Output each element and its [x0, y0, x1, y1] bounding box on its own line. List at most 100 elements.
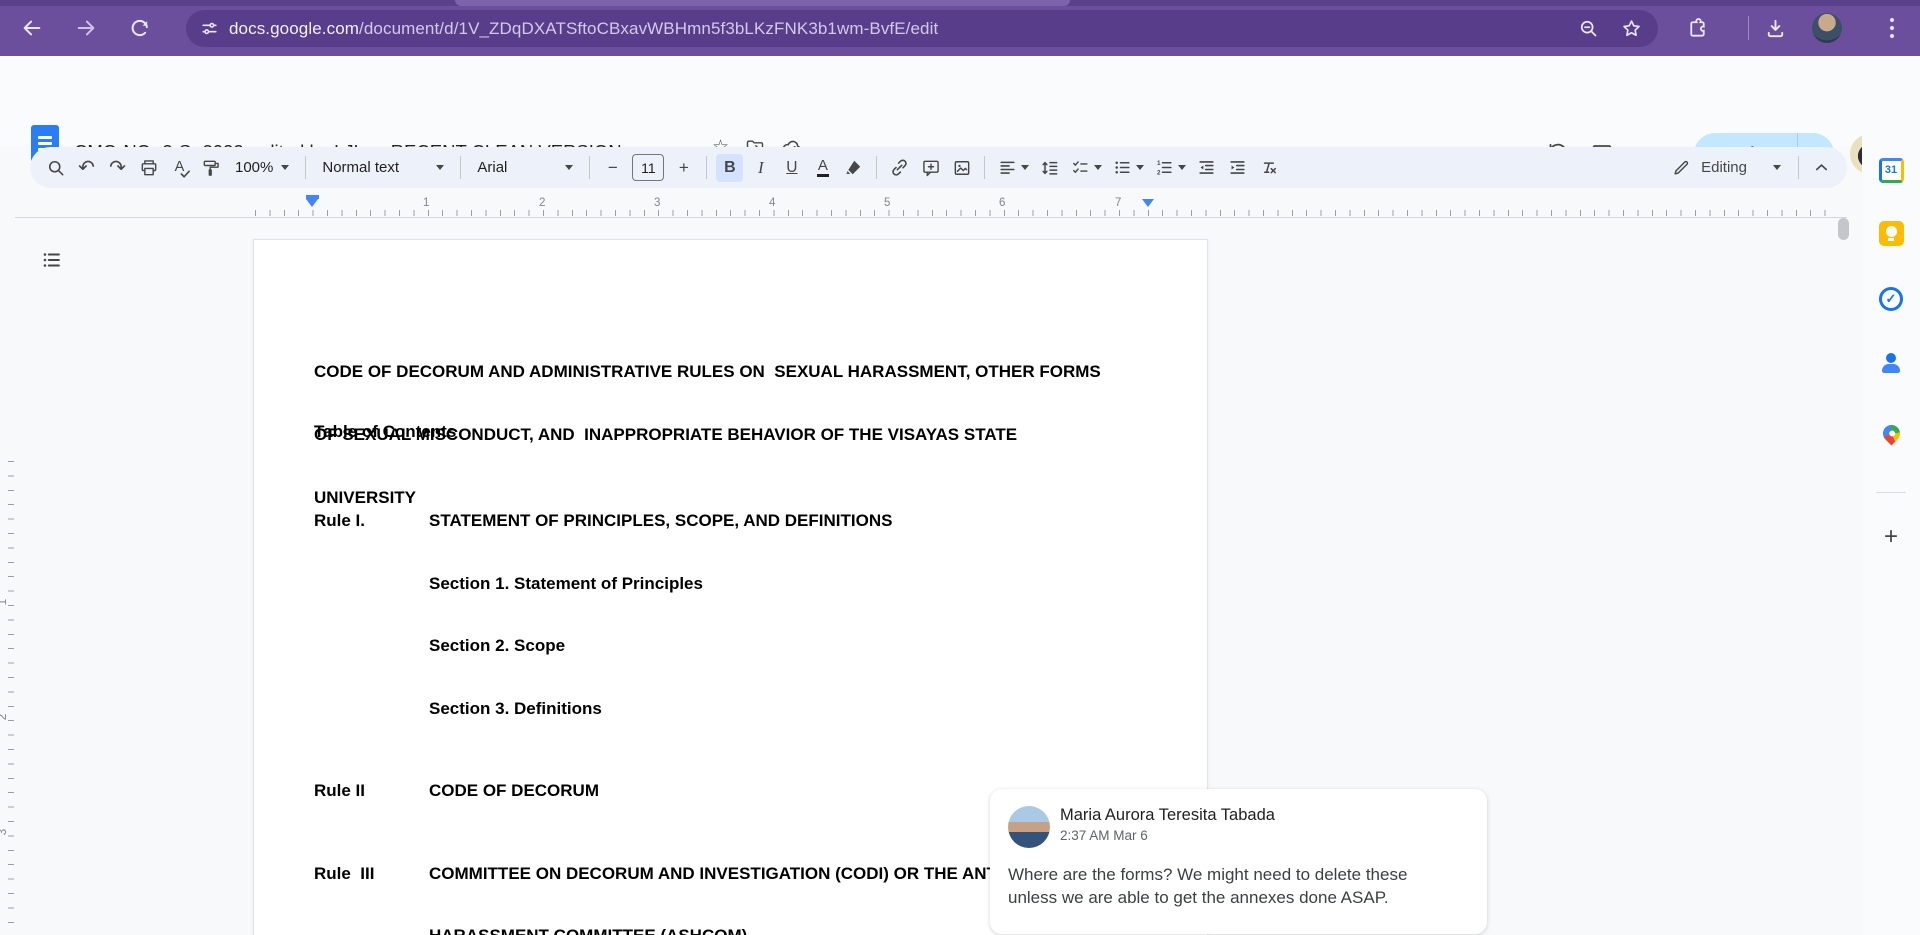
horizontal-ruler[interactable]: 1 2 3 4 5 6 7 [15, 195, 1847, 218]
toolbar-divider [460, 156, 461, 179]
indent-icon [1228, 158, 1247, 177]
print-button[interactable] [135, 154, 162, 182]
svg-text:1: 1 [1157, 160, 1161, 167]
ruler-number: 1 [423, 197, 429, 209]
back-arrow-icon [21, 17, 43, 39]
ruler-number: 2 [0, 714, 9, 720]
url-domain: docs.google.com [229, 19, 359, 38]
right-indent-marker[interactable] [1142, 199, 1154, 207]
decrease-font-size-button[interactable]: − [599, 154, 626, 182]
google-keep-icon [1879, 221, 1904, 246]
line-spacing-button[interactable] [1036, 154, 1063, 182]
numbered-list-icon: 12 [1155, 158, 1174, 177]
toolbar-divider [305, 156, 306, 179]
hide-menus-button[interactable] [1808, 154, 1835, 182]
numbered-list-button[interactable]: 12 [1151, 154, 1189, 182]
editing-mode-select[interactable]: Editing [1662, 158, 1791, 177]
ruler-number: 3 [654, 197, 660, 209]
vertical-scrollbar[interactable] [1838, 218, 1849, 240]
italic-button[interactable]: I [747, 154, 774, 182]
redo-button[interactable]: ↷ [104, 154, 131, 182]
search-menus-button[interactable] [42, 154, 69, 182]
toc-title: Table of Contents [314, 421, 456, 442]
checklist-icon [1071, 158, 1090, 177]
address-bar[interactable]: docs.google.com/document/d/1V_ZDqDXATSft… [186, 10, 1658, 47]
chevron-down-icon [1178, 165, 1186, 170]
contacts-panel-button[interactable] [1878, 350, 1904, 376]
back-button[interactable] [12, 8, 52, 48]
left-indent-marker[interactable] [306, 195, 319, 207]
commenter-name: Maria Aurora Teresita Tabada [1060, 806, 1275, 825]
get-addons-button[interactable]: + [1878, 524, 1904, 550]
add-comment-button[interactable] [917, 154, 944, 182]
google-calendar-icon: 31 [1879, 158, 1904, 183]
toc-row: Section 2. Scope [314, 636, 1177, 657]
align-button[interactable] [994, 154, 1032, 182]
plus-icon: + [1884, 523, 1898, 551]
toc-row: Section 3. Definitions [314, 699, 1177, 720]
ruler-number: 3 [0, 829, 9, 835]
zoom-select[interactable]: 100% [229, 154, 295, 182]
extensions-puzzle-icon[interactable] [1686, 17, 1709, 40]
chevron-up-icon [1812, 158, 1831, 177]
reload-button[interactable] [120, 8, 160, 48]
paragraph-style-select[interactable]: Normal text [316, 154, 450, 182]
show-document-outline-button[interactable] [36, 244, 68, 276]
spelling-check-button[interactable]: A [166, 154, 193, 182]
highlight-color-button[interactable] [840, 154, 867, 182]
toolbar-divider [706, 156, 707, 179]
checklist-button[interactable] [1067, 154, 1105, 182]
clear-formatting-icon [1259, 158, 1278, 177]
toc-row: Section 1. Statement of Principles [314, 574, 1177, 595]
side-panel: 31 ✓ + [1862, 56, 1920, 935]
ruler-number: 1 [0, 599, 9, 605]
increase-indent-button[interactable] [1224, 154, 1251, 182]
tasks-panel-button[interactable]: ✓ [1878, 286, 1904, 312]
underline-button[interactable]: U [778, 154, 805, 182]
highlighter-pen-icon [844, 158, 863, 177]
undo-button[interactable]: ↶ [73, 154, 100, 182]
vertical-ruler[interactable]: 1 2 3 4 [0, 436, 15, 935]
maps-panel-button[interactable] [1878, 420, 1904, 446]
text-color-button[interactable]: A [809, 154, 836, 182]
google-maps-icon [1879, 421, 1903, 445]
comment-card[interactable]: Maria Aurora Teresita Tabada 2:37 AM Mar… [990, 789, 1487, 934]
site-settings-tune-icon[interactable] [200, 19, 219, 38]
paint-roller-icon [201, 158, 221, 178]
increase-font-size-button[interactable]: + [670, 154, 697, 182]
clear-formatting-button[interactable] [1255, 154, 1282, 182]
check-icon [180, 169, 191, 179]
chrome-toolbar-divider [1748, 16, 1749, 40]
formatting-toolbar: ↶ ↷ A 100% Normal text Arial − 11 + B I … [30, 147, 1847, 188]
chevron-down-icon [281, 165, 289, 170]
reload-icon [129, 17, 151, 39]
download-icon[interactable] [1764, 17, 1787, 40]
keep-panel-button[interactable] [1878, 220, 1904, 246]
browser-menu-kebab-icon[interactable] [1884, 16, 1900, 40]
ruler-ticks [255, 210, 1837, 216]
align-left-icon [998, 158, 1017, 177]
paint-format-button[interactable] [197, 154, 224, 182]
insert-image-button[interactable] [948, 154, 975, 182]
font-select[interactable]: Arial [471, 154, 579, 182]
chevron-down-icon [436, 165, 444, 170]
ruler-ticks [8, 461, 14, 925]
bold-button[interactable]: B [716, 154, 743, 182]
bookmark-star-icon[interactable] [1621, 18, 1642, 39]
link-icon [889, 157, 910, 178]
bulleted-list-icon [1113, 158, 1132, 177]
chevron-down-icon [1094, 165, 1102, 170]
insert-link-button[interactable] [886, 154, 913, 182]
heading-line: CODE OF DECORUM AND ADMINISTRATIVE RULES… [314, 361, 1101, 382]
browser-profile-avatar[interactable] [1812, 13, 1842, 43]
browser-chrome: docs.google.com/document/d/1V_ZDqDXATSft… [0, 0, 1920, 56]
font-size-input[interactable]: 11 [632, 154, 664, 181]
bulleted-list-button[interactable] [1109, 154, 1147, 182]
url-path: /document/d/1V_ZDqDXATSftoCBxavWBHmn5f3b… [359, 19, 938, 38]
calendar-panel-button[interactable]: 31 [1878, 157, 1904, 183]
chevron-down-icon [565, 165, 573, 170]
decrease-indent-button[interactable] [1193, 154, 1220, 182]
forward-button[interactable] [66, 8, 106, 48]
zoom-out-icon[interactable] [1578, 18, 1599, 39]
url-text[interactable]: docs.google.com/document/d/1V_ZDqDXATSft… [229, 19, 938, 39]
